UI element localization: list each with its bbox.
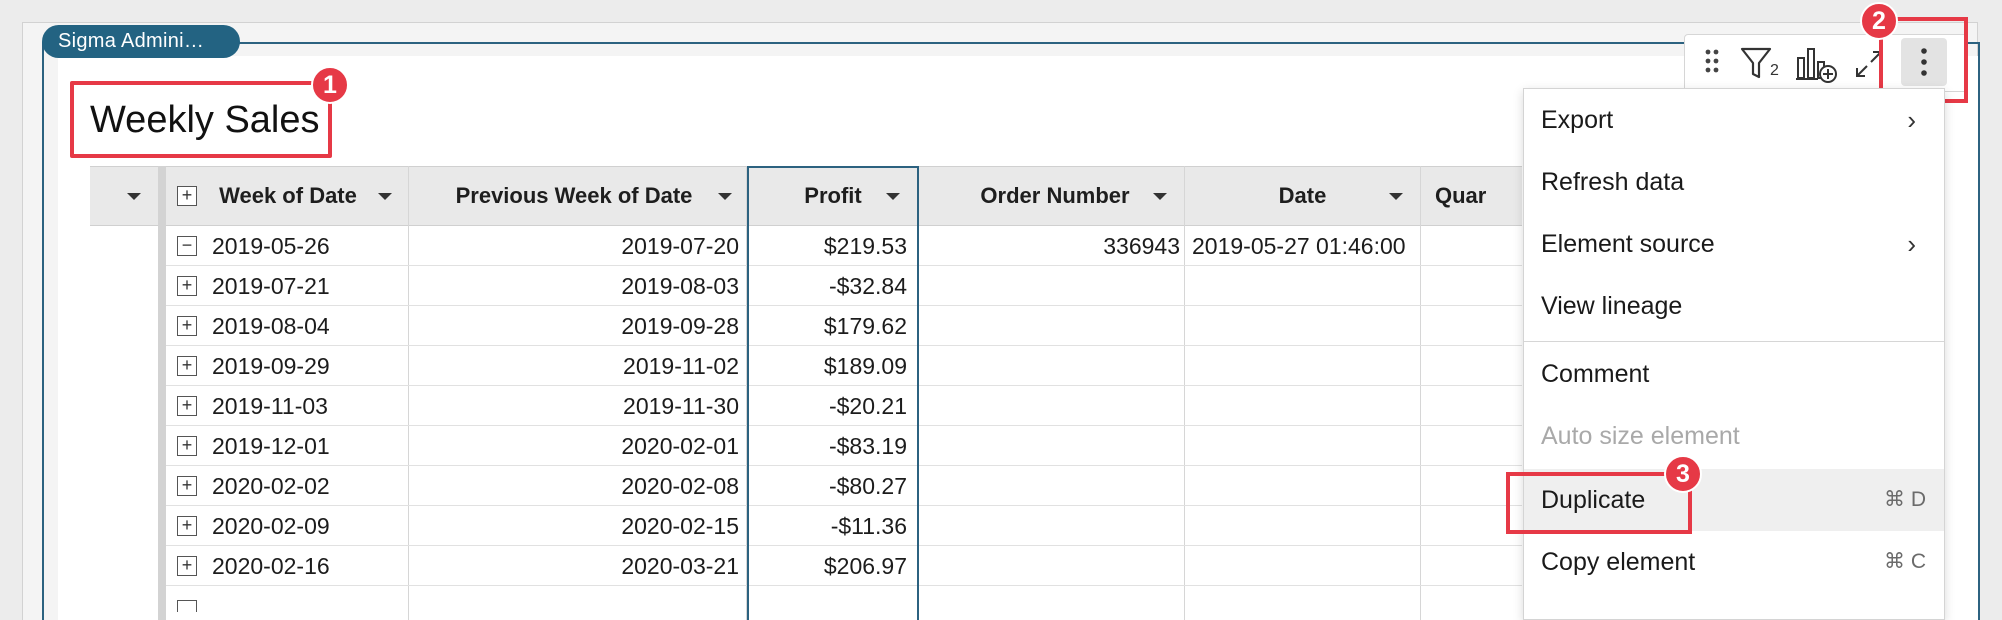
column-menu-caret[interactable] [718,193,732,200]
column-header-quantity[interactable]: Quar [1421,166,1522,226]
cell-profit: $206.97 [823,553,907,579]
annotation-box-title [70,81,332,158]
menu-item-view-lineage[interactable]: View lineage [1524,275,1944,337]
cell-week-of-date: 2019-09-29 [212,353,330,379]
cell-previous-week: 2019-09-28 [621,313,739,339]
add-chart-icon[interactable] [1793,44,1841,84]
cell-profit: $219.53 [823,233,907,259]
row-header-column [90,226,159,620]
annotation-badge-1: 1 [311,66,349,104]
cell-week-of-date: 2019-11-03 [212,393,328,419]
cell-previous-week: 2020-02-15 [621,513,739,539]
table-row[interactable]: + 2020-02-02 2020-02-08 -$80.27 [166,466,1522,506]
cell-week-of-date: 2019-08-04 [212,313,330,339]
table-row[interactable]: − 2019-05-26 2019-07-20 $219.53 336943 2… [166,226,1522,266]
filter-icon[interactable]: 2 [1737,44,1781,84]
cell-profit: -$80.27 [828,473,907,499]
shortcut-label: ⌘ C [1884,550,1926,573]
column-menu-caret[interactable] [886,193,900,200]
cell-previous-week: 2019-11-02 [623,353,739,379]
menu-item-element-source[interactable]: Element source › [1524,213,1944,275]
shortcut-label: ⌘ D [1884,488,1926,511]
column-menu-caret[interactable] [1389,193,1403,200]
expand-icon[interactable]: + [177,276,197,296]
cell-previous-week: 2020-02-08 [621,473,739,499]
cell-previous-week: 2019-11-30 [623,393,739,419]
cell-week-of-date: 2019-12-01 [212,433,330,459]
data-table: + Week of Date Previous Week of Date Pro… [90,166,1522,620]
table-row[interactable]: + 2019-08-04 2019-09-28 $179.62 [166,306,1522,346]
cell-date: 2019-05-27 01:46:00 [1192,233,1406,259]
cell-profit: $179.62 [823,313,907,339]
annotation-box-duplicate [1506,472,1692,534]
cell-profit: -$20.21 [828,393,907,419]
column-menu-caret[interactable] [378,193,392,200]
cell-profit: -$11.36 [830,513,907,539]
filter-count: 2 [1770,62,1779,79]
column-menu-caret[interactable] [1153,193,1167,200]
menu-item-auto-size-element: Auto size element [1524,405,1944,467]
table-row[interactable]: + 2019-11-03 2019-11-30 -$20.21 [166,386,1522,426]
table-row[interactable] [166,586,1522,620]
menu-item-label: Export [1541,106,1614,134]
cell-week-of-date: 2019-07-21 [212,273,330,299]
expand-icon[interactable]: + [177,516,197,536]
column-header-date[interactable]: Date [1185,166,1420,226]
cell-profit: $189.09 [823,353,907,379]
menu-item-label: Comment [1541,360,1650,388]
cell-previous-week: 2019-08-03 [621,273,739,299]
annotation-badge-3: 3 [1664,455,1702,493]
cell-order-number: 336943 [1103,233,1180,259]
cell-previous-week: 2019-07-20 [621,233,739,259]
menu-item-label: Auto size element [1541,422,1740,450]
menu-item-label: Refresh data [1541,168,1685,196]
menu-item-label: Copy element [1541,548,1696,576]
cell-week-of-date: 2020-02-02 [212,473,330,499]
element-options-menu: Export › Refresh data Element source › V… [1523,88,1945,620]
menu-item-label: View lineage [1541,292,1683,320]
cell-profit: -$83.19 [828,433,907,459]
menu-item-refresh-data[interactable]: Refresh data [1524,151,1944,213]
menu-item-copy-element[interactable]: Copy element ⌘ C [1524,531,1944,593]
chevron-right-icon: › [1907,229,1916,259]
cell-week-of-date: 2020-02-09 [212,513,330,539]
table-row[interactable]: + 2019-09-29 2019-11-02 $189.09 [166,346,1522,386]
menu-item-export[interactable]: Export › [1524,89,1944,151]
row-header-divider [158,166,166,620]
expand-icon[interactable]: + [177,316,197,336]
column-header-order-number[interactable]: Order Number [930,166,1180,226]
table-row[interactable]: + 2020-02-16 2020-03-21 $206.97 [166,546,1522,586]
column-header-week-of-date[interactable]: Week of Date [198,166,378,226]
table-row[interactable]: + 2019-07-21 2019-08-03 -$32.84 [166,266,1522,306]
collapse-icon[interactable]: − [177,236,197,256]
cell-week-of-date: 2019-05-26 [212,233,330,259]
table-row[interactable]: + 2020-02-09 2020-02-15 -$11.36 [166,506,1522,546]
expand-icon[interactable]: + [177,396,197,416]
expand-icon[interactable]: + [177,356,197,376]
expand-icon[interactable] [177,600,197,612]
cell-previous-week: 2020-03-21 [621,553,739,579]
expand-all-icon[interactable]: + [177,186,197,206]
annotation-badge-2: 2 [1860,2,1898,40]
data-source-chip[interactable]: Sigma Admini… [42,25,240,58]
expand-icon[interactable]: + [177,476,197,496]
menu-item-comment[interactable]: Comment [1524,343,1944,405]
drag-handle-icon[interactable] [1701,44,1723,84]
chevron-right-icon: › [1907,105,1916,135]
expand-icon[interactable]: + [177,436,197,456]
column-header-previous-week-of-date[interactable]: Previous Week of Date [409,166,739,226]
menu-divider [1524,341,1944,342]
expand-icon[interactable]: + [177,556,197,576]
cell-week-of-date: 2020-02-16 [212,553,330,579]
row-header-menu-caret[interactable] [127,193,141,200]
table-row[interactable]: + 2019-12-01 2020-02-01 -$83.19 [166,426,1522,466]
cell-profit: -$32.84 [828,273,907,299]
menu-item-label: Element source [1541,230,1715,258]
cell-previous-week: 2020-02-01 [621,433,739,459]
